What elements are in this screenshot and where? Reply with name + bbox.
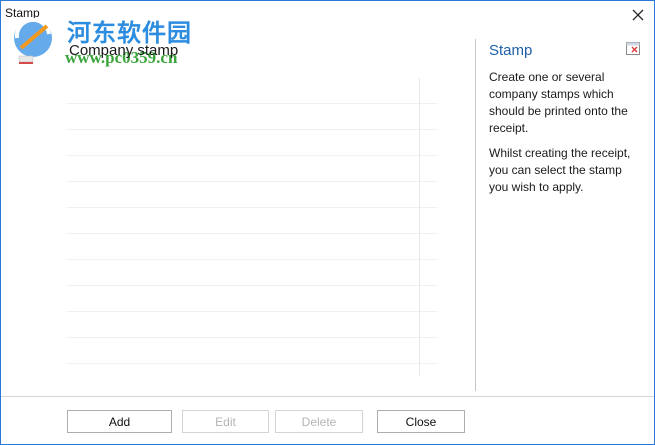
list-row[interactable] (67, 338, 437, 364)
add-button[interactable]: Add (67, 410, 172, 433)
delete-button[interactable]: Delete (275, 410, 363, 433)
list-row[interactable] (67, 156, 437, 182)
list-row[interactable] (67, 182, 437, 208)
list-row[interactable] (67, 286, 437, 312)
stamp-list[interactable] (67, 78, 437, 376)
watermark-logo-icon (14, 17, 52, 64)
list-row[interactable] (67, 312, 437, 338)
help-title: Stamp (489, 42, 533, 59)
list-row[interactable] (67, 208, 437, 234)
panel-divider (475, 39, 476, 391)
list-header: Company stamp (69, 42, 179, 59)
list-row[interactable] (67, 260, 437, 286)
list-row[interactable] (67, 78, 437, 104)
close-button[interactable]: Close (377, 410, 465, 433)
help-paragraph: Create one or several company stamps whi… (489, 70, 628, 135)
close-icon (632, 9, 644, 21)
list-row[interactable] (67, 234, 437, 260)
panel-toggle-icon[interactable] (626, 42, 640, 55)
stamp-dialog: Stamp 河东软件园 www.pc0359.cn Company stamp … (0, 0, 655, 445)
list-column-divider (419, 78, 420, 376)
list-row[interactable] (67, 130, 437, 156)
button-bar-separator (1, 396, 654, 397)
help-paragraph: Whilst creating the receipt, you can sel… (489, 146, 631, 194)
close-window-button[interactable] (624, 1, 652, 29)
list-row[interactable] (67, 104, 437, 130)
help-text: Create one or several company stamps whi… (489, 69, 639, 204)
edit-button[interactable]: Edit (182, 410, 269, 433)
